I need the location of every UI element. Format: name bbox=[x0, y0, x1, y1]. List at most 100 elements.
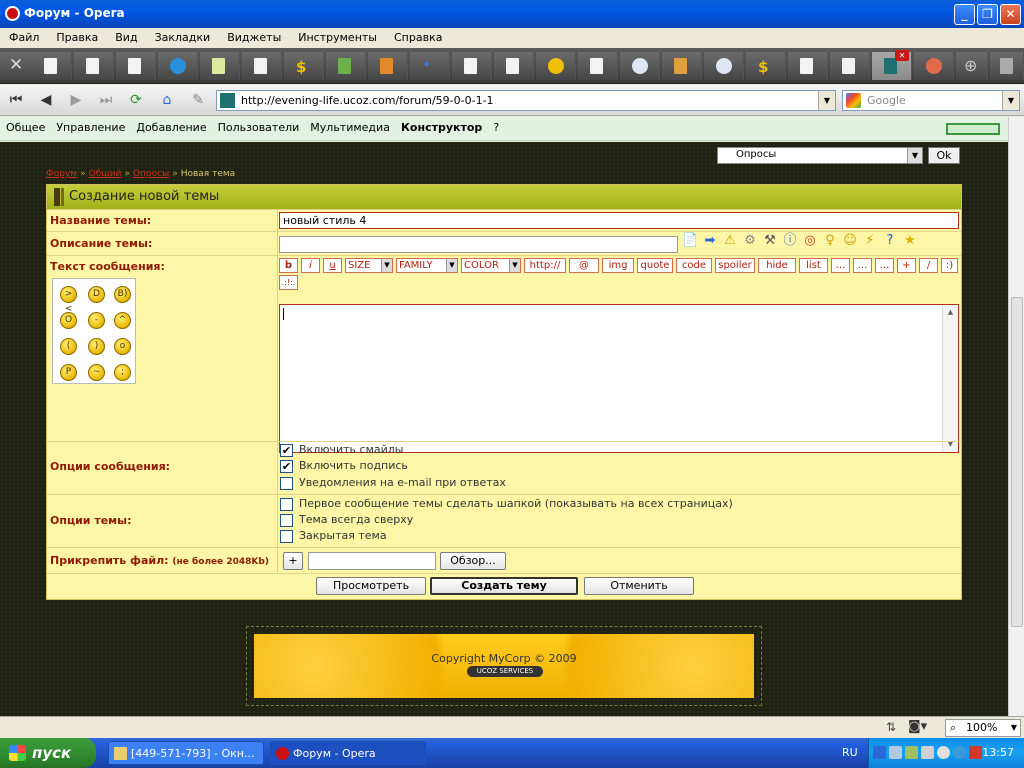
new-tab-button[interactable]: ⊕ bbox=[956, 52, 988, 80]
ucoz-services-badge[interactable]: UCOZ SERVICES bbox=[467, 666, 543, 677]
close-button[interactable]: ✕ bbox=[1000, 4, 1021, 25]
title-input[interactable]: новый стиль 4 bbox=[279, 212, 959, 229]
back-button[interactable]: ◀ bbox=[35, 90, 57, 110]
translit-button[interactable]: .:!:. bbox=[279, 275, 298, 290]
tab-8[interactable] bbox=[326, 52, 366, 80]
rewind-button[interactable]: ⏮ bbox=[5, 90, 27, 110]
lifebuoy-icon[interactable]: ◎ bbox=[802, 233, 818, 249]
smiley-icon[interactable]: ☺ bbox=[842, 233, 858, 249]
smiley-button[interactable]: :) bbox=[941, 258, 958, 273]
url-button[interactable]: http:// bbox=[524, 258, 566, 273]
smile-smiley-icon[interactable]: ) bbox=[88, 338, 105, 355]
home-icon[interactable]: ⌂ bbox=[156, 90, 178, 110]
reload-icon[interactable]: ⟳ bbox=[125, 90, 147, 110]
breadcrumb-section[interactable]: Общий bbox=[89, 169, 122, 179]
sad-smiley-icon[interactable]: ( bbox=[60, 338, 77, 355]
quote-button[interactable]: quote bbox=[637, 258, 673, 273]
tab-20[interactable] bbox=[830, 52, 870, 80]
ucoz-add[interactable]: Добавление bbox=[130, 117, 211, 134]
menu-file[interactable]: Файл bbox=[0, 28, 47, 44]
code-button[interactable]: code bbox=[676, 258, 712, 273]
ucoz-management[interactable]: Управление bbox=[50, 117, 130, 134]
closed-topic-checkbox[interactable] bbox=[280, 530, 293, 543]
tray-app-icon[interactable] bbox=[969, 746, 982, 759]
restore-button[interactable]: ❐ bbox=[977, 4, 998, 25]
happy-smiley-icon[interactable]: ^ bbox=[114, 312, 131, 329]
tongue-smiley-icon[interactable]: P bbox=[60, 364, 77, 381]
tab-9[interactable] bbox=[368, 52, 408, 80]
header-post-checkbox[interactable] bbox=[280, 498, 293, 511]
description-input[interactable] bbox=[279, 236, 678, 253]
tab-19[interactable] bbox=[788, 52, 828, 80]
email-notify-checkbox[interactable] bbox=[280, 477, 293, 490]
hide-button[interactable]: hide bbox=[758, 258, 796, 273]
arrow-right-icon[interactable]: ➡ bbox=[702, 233, 718, 249]
sticky-topic-checkbox[interactable] bbox=[280, 514, 293, 527]
ucoz-help[interactable]: ? bbox=[487, 117, 504, 134]
plus-button[interactable]: + bbox=[897, 258, 916, 273]
tab-7[interactable]: $ bbox=[284, 52, 324, 80]
forum-jump-ok-button[interactable]: Ok bbox=[928, 147, 960, 164]
tab-22[interactable] bbox=[914, 52, 954, 80]
menu-edit[interactable]: Правка bbox=[47, 28, 106, 44]
tab-6[interactable] bbox=[242, 52, 282, 80]
forum-jump-select[interactable]: Опросы ▼ bbox=[717, 147, 923, 164]
menu-bookmarks[interactable]: Закладки bbox=[146, 28, 219, 44]
toolbar-width-slider[interactable] bbox=[946, 123, 1000, 135]
more-button-3[interactable]: … bbox=[875, 258, 894, 273]
minimize-button[interactable]: _ bbox=[954, 4, 975, 25]
ucoz-constructor[interactable]: Конструктор bbox=[395, 117, 487, 134]
camera-icon[interactable]: ◙▾ bbox=[908, 719, 927, 734]
tray-app-icon[interactable] bbox=[937, 746, 950, 759]
sleepy-smiley-icon[interactable]: - bbox=[88, 312, 105, 329]
hammer-icon[interactable]: ⚒ bbox=[762, 233, 778, 249]
img-button[interactable]: img bbox=[602, 258, 634, 273]
tray-app-icon[interactable] bbox=[953, 746, 966, 759]
preview-button[interactable]: Просмотреть bbox=[316, 577, 426, 595]
scroll-up-icon[interactable]: ▲ bbox=[943, 305, 958, 320]
start-button[interactable]: пуск bbox=[0, 738, 96, 768]
trash-button[interactable] bbox=[990, 52, 1024, 80]
network-icon[interactable] bbox=[889, 746, 902, 759]
family-select[interactable]: FAMILY ▼ bbox=[396, 258, 458, 273]
more-button-1[interactable]: … bbox=[831, 258, 850, 273]
italic-button[interactable]: i bbox=[301, 258, 320, 273]
lightbulb-icon[interactable]: ♀ bbox=[822, 233, 838, 249]
underline-button[interactable]: u bbox=[323, 258, 342, 273]
tab-3[interactable] bbox=[116, 52, 156, 80]
grin-smiley-icon[interactable]: D bbox=[88, 286, 105, 303]
shocked-smiley-icon[interactable]: O bbox=[60, 312, 77, 329]
info-icon[interactable]: ⓘ bbox=[782, 233, 798, 249]
tab-active[interactable]: ✕ bbox=[872, 50, 912, 80]
clock[interactable]: 13:57 bbox=[982, 746, 1014, 759]
enable-signature-checkbox[interactable]: ✔ bbox=[280, 460, 293, 473]
cool-smiley-icon[interactable]: B) bbox=[114, 286, 131, 303]
tab-18[interactable]: $ bbox=[746, 52, 786, 80]
search-engine-dropdown[interactable]: ▼ bbox=[1002, 91, 1019, 110]
confused-smiley-icon[interactable]: ~ bbox=[88, 364, 105, 381]
tray-app-icon[interactable] bbox=[921, 746, 934, 759]
language-indicator[interactable]: RU bbox=[842, 746, 858, 759]
wink-smiley-icon[interactable]: ; bbox=[114, 364, 131, 381]
close-tab-icon[interactable]: ✕ bbox=[895, 50, 909, 61]
star-icon[interactable]: ★ bbox=[902, 233, 918, 249]
spoiler-button[interactable]: spoiler bbox=[715, 258, 755, 273]
bold-button[interactable]: b bbox=[279, 258, 298, 273]
add-file-button[interactable]: + bbox=[283, 552, 303, 570]
fast-forward-button[interactable]: ⏭ bbox=[95, 90, 117, 110]
tab-5[interactable] bbox=[200, 52, 240, 80]
task-opera[interactable]: Форум - Opera bbox=[270, 741, 426, 765]
address-dropdown[interactable]: ▼ bbox=[818, 91, 835, 110]
gear-icon[interactable]: ⚙ bbox=[742, 233, 758, 249]
menu-help[interactable]: Справка bbox=[385, 28, 450, 44]
breadcrumb-polls[interactable]: Опросы bbox=[133, 169, 169, 179]
menu-widgets[interactable]: Виджеты bbox=[218, 28, 289, 44]
tab-11[interactable] bbox=[452, 52, 492, 80]
lightning-icon[interactable]: ⚡ bbox=[862, 233, 878, 249]
tab-10[interactable]: ✦ bbox=[410, 52, 450, 80]
browse-button[interactable]: Обзор... bbox=[440, 552, 506, 570]
tab-1[interactable] bbox=[32, 52, 72, 80]
scrollbar-thumb[interactable] bbox=[1011, 297, 1023, 627]
create-topic-button[interactable]: Создать тему bbox=[430, 577, 578, 595]
surprised-smiley-icon[interactable]: o bbox=[114, 338, 131, 355]
